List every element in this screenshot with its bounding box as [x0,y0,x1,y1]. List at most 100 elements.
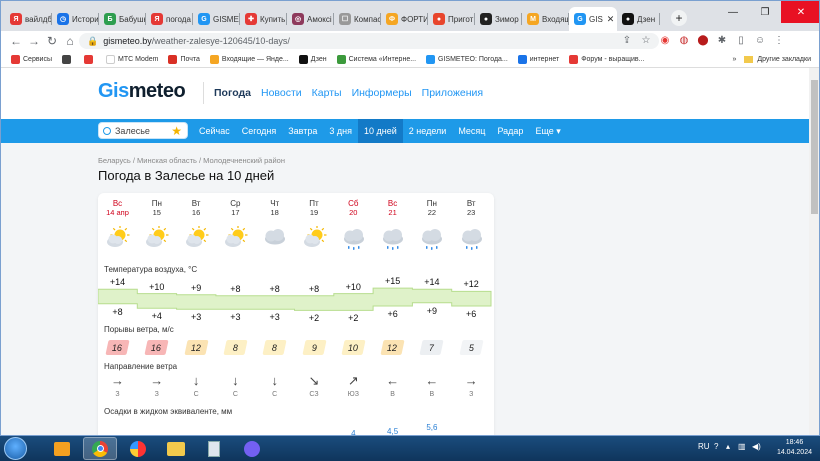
bookmark-item[interactable]: интернет [517,54,559,64]
forecast-day-column[interactable]: Вт 16 [177,199,216,217]
period-tab[interactable]: 10 дней [358,119,403,143]
forecast-day-column[interactable]: Чт 18 [255,199,294,217]
period-tab[interactable]: Сегодня [236,119,283,143]
close-tab-icon[interactable]: ✕ [607,14,615,25]
media-player-icon[interactable] [45,437,79,460]
browser-tab[interactable]: GGISMETE [193,7,240,31]
bookmark-item[interactable]: Форум - выращив... [569,54,644,64]
browser-tab[interactable]: ☐ Компас [334,7,381,31]
back-icon[interactable]: ← [7,34,25,48]
tab-title: Купить [260,14,286,24]
bookmark-item[interactable]: Сервисы [11,54,52,64]
browser-tab[interactable]: Ф ФОРТИ [381,7,428,31]
help-icon[interactable]: ? [714,442,718,451]
browser-tab[interactable]: ◎ Амоксі [287,7,334,31]
bookmark-item[interactable]: Входящие — Янде... [209,54,289,64]
forward-icon[interactable]: → [25,34,43,48]
extension-icon[interactable]: ⬤ [697,34,709,46]
url-field[interactable]: 🔒 gismeteo.by/weather-zalesye-120645/10-… [79,33,659,49]
bookmark-item[interactable]: GISMETEO: Погода... [426,54,508,64]
forecast-day-column[interactable]: Вс 14 апр [98,199,137,217]
forecast-day-column[interactable]: Вс 21 [373,199,412,217]
bookmark-icon [569,54,579,64]
profile-icon[interactable]: ☺ [754,34,766,46]
forecast-day-column[interactable]: Пт 19 [295,199,334,217]
new-tab-button[interactable]: + [671,10,687,26]
minimize-button[interactable]: — [717,1,749,23]
sun-cloud-icon [183,225,211,252]
period-tab[interactable]: Еще ▾ [529,119,566,143]
browser-tab[interactable]: G GIS ✕ [569,7,617,31]
extension-icon[interactable]: ◍ [678,34,690,46]
calculator-icon[interactable] [197,437,231,460]
browser-tab[interactable]: ✚ Купить [240,7,287,31]
period-tab[interactable]: Радар [491,119,529,143]
bookmark-item[interactable]: МТС Modem [106,54,159,64]
wind-direction-label: С [272,391,278,398]
network-icon[interactable]: ▥ [738,442,746,451]
language-indicator[interactable]: RU [698,442,710,451]
forecast-day-column[interactable]: Пн 22 [412,199,451,217]
scrollbar-thumb[interactable] [811,80,818,214]
period-tab[interactable]: 2 недели [403,119,453,143]
extension-icon[interactable]: ◉ [659,34,671,46]
more-bookmarks-button[interactable]: » [732,56,736,63]
favorite-star-icon[interactable]: ★ [171,124,182,138]
start-button[interactable] [4,437,27,460]
side-panel-icon[interactable]: ▯ [735,34,747,46]
forecast-day-column[interactable]: Сб 20 [334,199,373,217]
browser-tab[interactable]: ● Пригот [428,7,475,31]
browser-tab[interactable]: ● Дзен [617,7,660,31]
home-icon[interactable]: ⌂ [61,34,79,48]
forecast-day-column[interactable]: Вт 23 [452,199,491,217]
period-tab[interactable]: Месяц [452,119,491,143]
bookmark-item[interactable] [62,54,74,64]
share-icon[interactable]: ⇪ [621,34,633,46]
period-tab[interactable]: Сейчас [193,119,236,143]
wind-direction-arrow-icon: ↘ [308,373,320,388]
bookmark-item[interactable]: Дзен [298,54,327,64]
browser-tab[interactable]: ● Зимор [475,7,522,31]
browser-tab[interactable]: Б Бабушк [99,7,146,31]
browser-tab[interactable]: Япогода [146,7,193,31]
tab-favicon-icon: ◷ [57,13,69,25]
tab-favicon-icon: Б [104,13,116,25]
close-window-button[interactable]: ✕ [781,1,819,23]
wind-direction-label: З [115,391,120,398]
viber-icon[interactable] [235,437,269,460]
city-search[interactable]: Залесье ★ [98,122,188,139]
volume-icon[interactable]: ◀) [752,442,761,451]
browser-tab[interactable]: M Входящ [522,7,569,31]
forecast-day-column[interactable]: Пн 15 [137,199,176,217]
clock[interactable]: 18:46 14.04.2024 [777,438,812,458]
page-scrollbar[interactable] [809,68,819,435]
gismeteo-logo[interactable]: Gismeteo [98,80,186,103]
site-menu-item[interactable]: Погода [214,87,251,99]
forecast-day-column[interactable]: Ср 17 [216,199,255,217]
bookmark-star-icon[interactable]: ☆ [640,34,652,46]
reload-icon[interactable]: ↻ [43,34,61,48]
browser-tab[interactable]: Явайлдб [5,7,52,31]
yandex-browser-icon[interactable] [121,437,155,460]
period-tab[interactable]: Завтра [282,119,323,143]
bookmark-item[interactable] [84,54,96,64]
puzzle-icon[interactable]: ✱ [716,34,728,46]
menu-icon[interactable]: ⋮ [773,34,785,46]
other-bookmarks[interactable]: Другие закладки [757,56,811,63]
bookmark-item[interactable]: Система «Интерне... [336,54,416,64]
browser-tab[interactable]: ◷ Истори [52,7,99,31]
tab-title: GIS [589,14,603,24]
period-tab[interactable]: 3 дня [323,119,358,143]
bookmark-item[interactable]: Почта [168,54,200,64]
site-menu-item[interactable]: Информеры [352,87,412,99]
bookmark-label: МТС Modem [118,55,159,63]
site-menu-item[interactable]: Приложения [422,87,483,99]
wind-gust-badge: 16 [144,340,169,355]
site-menu-item[interactable]: Новости [261,87,302,99]
explorer-icon[interactable] [159,437,193,460]
site-menu-item[interactable]: Карты [312,87,342,99]
city-search-value: Залесье [115,125,150,136]
chrome-taskbar-icon[interactable] [83,437,117,460]
maximize-button[interactable]: ❐ [749,1,781,23]
tray-arrow-icon[interactable]: ▴ [726,442,730,451]
